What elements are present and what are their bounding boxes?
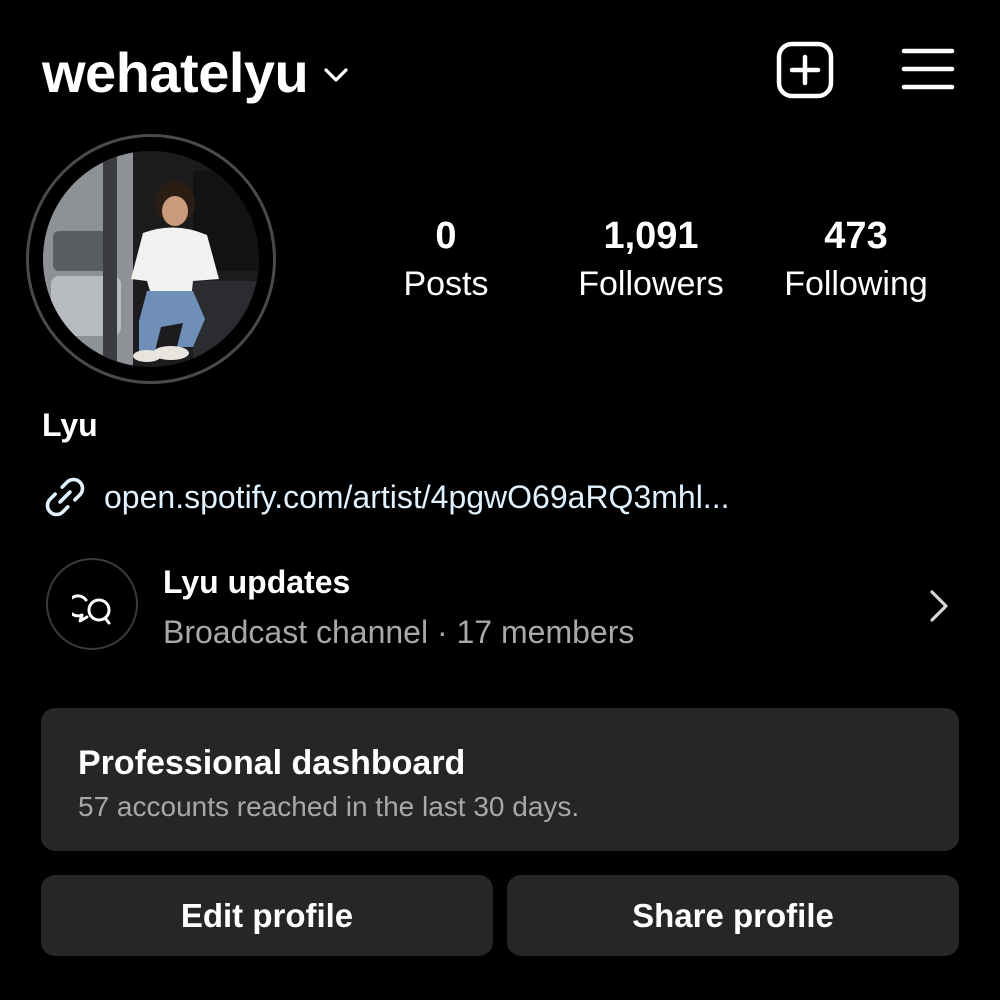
broadcast-channel-row[interactable]: Lyu updates Broadcast channel · 17 membe… (44, 556, 964, 656)
posts-stat[interactable]: 0 Posts (336, 210, 556, 306)
channel-icon-circle (46, 558, 138, 650)
avatar-image (43, 151, 259, 367)
share-profile-button[interactable]: Share profile (507, 875, 959, 956)
dashboard-subtitle: 57 accounts reached in the last 30 days. (78, 791, 580, 822)
hamburger-menu-icon[interactable] (901, 46, 955, 92)
posts-label: Posts (403, 265, 489, 303)
broadcast-channel-icon (72, 594, 111, 625)
username[interactable]: wehatelyu (42, 40, 309, 106)
following-label: Following (784, 265, 928, 303)
avatar[interactable] (43, 151, 259, 367)
link-icon (45, 477, 85, 517)
professional-dashboard-card[interactable]: Professional dashboard 57 accounts reach… (41, 708, 959, 851)
account-switcher[interactable]: wehatelyu (42, 40, 350, 106)
following-count: 473 (824, 215, 888, 257)
following-stat[interactable]: 473 Following (746, 210, 966, 306)
followers-stat[interactable]: 1,091 Followers (541, 210, 761, 306)
channel-title: Lyu updates (163, 564, 351, 600)
bio-link[interactable]: open.spotify.com/artist/4pgwO69aRQ3mhl..… (42, 474, 729, 520)
profile-header: wehatelyu (0, 0, 1000, 140)
dashboard-title: Professional dashboard (78, 744, 466, 782)
add-post-icon[interactable] (776, 41, 834, 99)
link-text[interactable]: open.spotify.com/artist/4pgwO69aRQ3mhl..… (104, 475, 729, 519)
chevron-right-icon (930, 590, 948, 622)
edit-profile-button[interactable]: Edit profile (41, 875, 493, 956)
posts-count: 0 (435, 215, 457, 257)
followers-label: Followers (578, 265, 724, 303)
followers-count: 1,091 (603, 215, 699, 257)
channel-subtitle: Broadcast channel · 17 members (163, 614, 635, 650)
display-name: Lyu (42, 407, 98, 443)
chevron-down-icon[interactable] (322, 65, 350, 85)
